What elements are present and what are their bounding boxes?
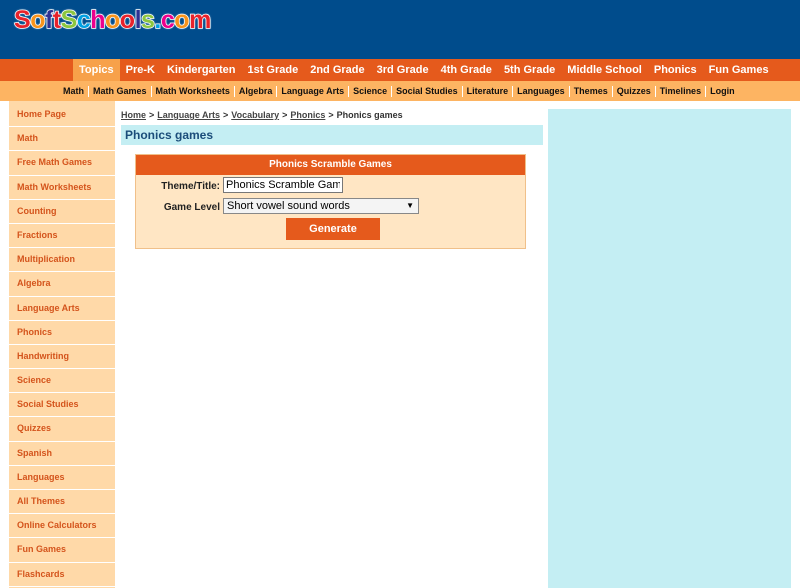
topnav-fun-games[interactable]: Fun Games [703, 59, 775, 81]
game-level-select[interactable]: Short vowel sound words ▼ [223, 198, 419, 214]
topnav-topics[interactable]: Topics [73, 59, 120, 81]
logo-letter: s [140, 5, 155, 35]
logo-letter: o [29, 5, 46, 35]
breadcrumb: Home > Language Arts > Vocabulary > Phonics > Ph… [121, 110, 403, 120]
subnav-language-arts[interactable]: Language Arts [276, 85, 348, 97]
sidebar-item-multiplication[interactable]: Multiplication [9, 248, 115, 273]
page-title-bar: Phonics games [121, 125, 543, 145]
sidebar-item-social-studies[interactable]: Social Studies [9, 393, 115, 418]
sidebar-item-all-themes[interactable]: All Themes [9, 490, 115, 515]
subnav-social-studies[interactable]: Social Studies [391, 85, 462, 97]
sidebar-item-fractions[interactable]: Fractions [9, 224, 115, 249]
topnav-2nd-grade[interactable]: 2nd Grade [304, 59, 370, 81]
sidebar-item-phonics[interactable]: Phonics [9, 321, 115, 345]
sidebar: Home Page Math Free Math Games Math Workshe… [9, 101, 115, 588]
sidebar-item-algebra[interactable]: Algebra [9, 272, 115, 297]
sidebar-item-flashcards[interactable]: Flashcards [9, 563, 115, 587]
subnav-literature[interactable]: Literature [461, 85, 513, 97]
subnav-math-worksheets[interactable]: Math Worksheets [150, 85, 234, 97]
topnav-phonics[interactable]: Phonics [648, 59, 703, 81]
breadcrumb-separator: > [282, 110, 288, 120]
topnav-middle-school[interactable]: Middle School [561, 59, 648, 81]
topnav-3rd-grade[interactable]: 3rd Grade [371, 59, 435, 81]
top-navigation: Topics Pre-K Kindergarten 1st Grade 2nd Grad… [0, 59, 800, 81]
sidebar-item-handwriting[interactable]: Handwriting [9, 345, 115, 370]
subnav-math-games[interactable]: Math Games [88, 85, 151, 97]
sidebar-item-math-worksheets[interactable]: Math Worksheets [9, 176, 115, 200]
ad-panel [548, 109, 791, 588]
logo-letter: S [13, 5, 31, 35]
logo-letter: o [174, 5, 191, 35]
game-level-label: Game Level [163, 202, 220, 213]
generate-button[interactable]: Generate [286, 218, 380, 240]
page-title: Phonics games [125, 128, 214, 142]
breadcrumb-link[interactable]: Vocabulary [231, 110, 279, 120]
topnav-4th-grade[interactable]: 4th Grade [435, 59, 498, 81]
subnav-timelines[interactable]: Timelines [654, 85, 705, 97]
subnav-science[interactable]: Science [348, 85, 391, 97]
breadcrumb-current: Phonics games [336, 110, 403, 120]
subject-navigation: Math Math Games Math Worksheets Algebra Lang… [0, 81, 800, 101]
logo-letter: o [104, 5, 121, 35]
sidebar-item-fun-games[interactable]: Fun Games [9, 538, 115, 563]
breadcrumb-link[interactable]: Phonics [290, 110, 325, 120]
logo-letter: c [76, 5, 91, 35]
subnav-algebra[interactable]: Algebra [233, 85, 277, 97]
topnav-pre-k[interactable]: Pre-K [120, 59, 161, 81]
breadcrumb-separator: > [149, 110, 155, 120]
breadcrumb-separator: > [328, 110, 334, 120]
topnav-1st-grade[interactable]: 1st Grade [241, 59, 304, 81]
breadcrumb-link[interactable]: Home [121, 110, 146, 120]
sidebar-item-home-page[interactable]: Home Page [9, 103, 115, 128]
subnav-quizzes[interactable]: Quizzes [611, 85, 655, 97]
logo-letter: o [119, 5, 136, 35]
subnav-languages[interactable]: Languages [512, 85, 569, 97]
form-header: Phonics Scramble Games [136, 155, 525, 175]
breadcrumb-link[interactable]: Language Arts [157, 110, 220, 120]
subnav-math[interactable]: Math [59, 86, 88, 97]
logo-letter: m [188, 5, 212, 35]
sidebar-item-languages[interactable]: Languages [9, 466, 115, 490]
site-header: SoftSchools.com [0, 0, 800, 59]
theme-title-label: Theme/Title: [161, 181, 220, 192]
scramble-game-form: Phonics Scramble Games Theme/Title: Game… [135, 154, 526, 249]
sidebar-item-math[interactable]: Math [9, 127, 115, 152]
sidebar-item-counting[interactable]: Counting [9, 200, 115, 224]
topnav-5th-grade[interactable]: 5th Grade [498, 59, 561, 81]
logo-letter: t [52, 5, 62, 35]
theme-title-input[interactable] [223, 177, 343, 193]
logo-letter: c [160, 5, 175, 35]
logo-letter: S [60, 5, 78, 35]
sidebar-item-quizzes[interactable]: Quizzes [9, 417, 115, 442]
sidebar-item-language-arts[interactable]: Language Arts [9, 297, 115, 321]
subnav-login[interactable]: Login [705, 85, 739, 97]
sidebar-item-online-calculators[interactable]: Online Calculators [9, 514, 115, 539]
breadcrumb-separator: > [222, 110, 229, 120]
sidebar-item-free-math-games[interactable]: Free Math Games [9, 151, 115, 176]
subnav-themes[interactable]: Themes [568, 85, 612, 97]
sidebar-item-science[interactable]: Science [9, 369, 115, 394]
site-logo[interactable]: SoftSchools.com [13, 5, 212, 35]
game-level-value: Short vowel sound words [227, 200, 350, 212]
sidebar-item-spanish[interactable]: Spanish [9, 442, 115, 466]
logo-letter: f [44, 5, 54, 35]
topnav-kindergarten[interactable]: Kindergarten [161, 59, 241, 81]
logo-letter: h [89, 5, 106, 35]
dropdown-arrow-icon: ▼ [406, 201, 414, 210]
